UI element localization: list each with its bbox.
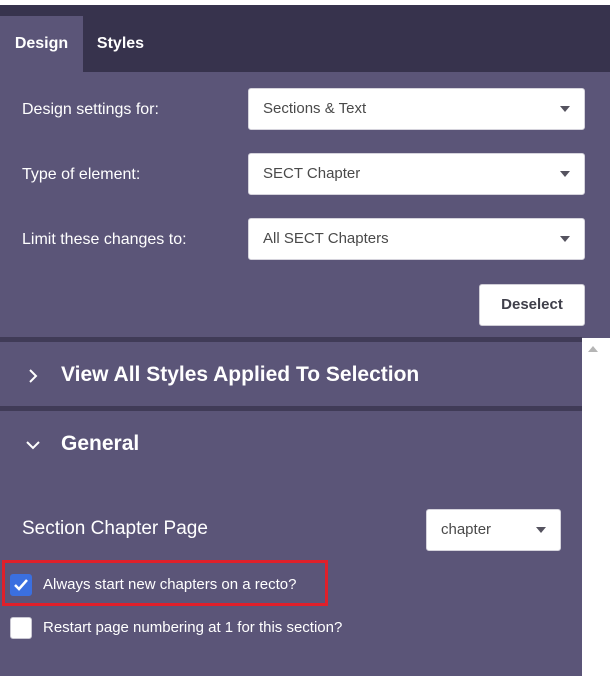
highlight-box	[2, 560, 328, 606]
chevron-right-icon	[29, 369, 38, 383]
view-all-styles-title: View All Styles Applied To Selection	[61, 363, 420, 386]
type-of-element-select[interactable]: SECT Chapter	[248, 153, 585, 195]
tab-styles[interactable]: Styles	[83, 16, 158, 72]
limit-changes-select[interactable]: All SECT Chapters	[248, 218, 585, 260]
limit-changes-label: Limit these changes to:	[22, 231, 187, 248]
design-settings-for-value: Sections & Text	[263, 100, 367, 117]
section-chapter-page-select[interactable]: chapter	[426, 509, 561, 551]
view-all-styles-header[interactable]: View All Styles Applied To Selection	[0, 342, 582, 408]
scrollbar-track[interactable]	[582, 338, 610, 676]
design-panel: Design Styles Design settings for: Secti…	[0, 5, 610, 676]
limit-changes-value: All SECT Chapters	[263, 230, 389, 247]
type-of-element-label: Type of element:	[22, 166, 141, 183]
design-settings-for-select[interactable]: Sections & Text	[248, 88, 585, 130]
caret-down-icon	[560, 106, 570, 112]
tab-design[interactable]: Design	[0, 16, 83, 72]
type-of-element-value: SECT Chapter	[263, 165, 361, 182]
chevron-down-icon	[26, 441, 40, 450]
caret-down-icon	[560, 171, 570, 177]
caret-down-icon	[536, 527, 546, 533]
section-chapter-page-label: Section Chapter Page	[22, 518, 208, 539]
restart-numbering-checkbox-label: Restart page numbering at 1 for this sec…	[43, 619, 343, 636]
scroll-up-arrow-icon[interactable]	[588, 346, 598, 352]
deselect-button[interactable]: Deselect	[479, 284, 585, 326]
design-settings-for-label: Design settings for:	[22, 101, 159, 118]
general-header[interactable]: General	[0, 411, 582, 477]
general-title: General	[61, 432, 140, 455]
section-chapter-page-value: chapter	[441, 521, 492, 538]
tab-bar: Design Styles	[0, 5, 610, 72]
restart-numbering-checkbox[interactable]	[10, 617, 32, 639]
caret-down-icon	[560, 236, 570, 242]
